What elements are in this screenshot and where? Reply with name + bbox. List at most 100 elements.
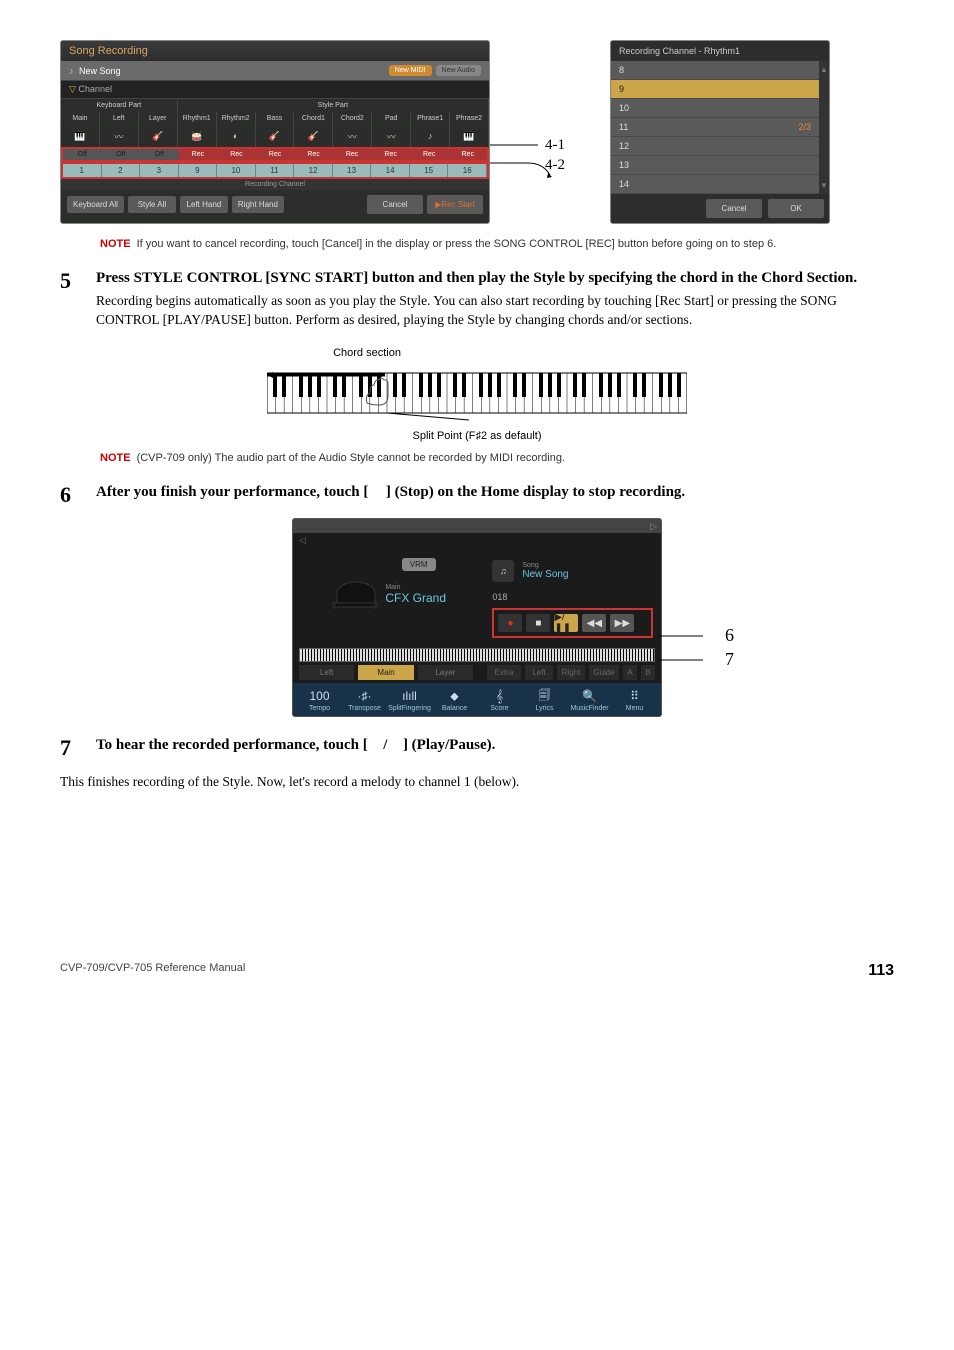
new-midi-pill[interactable]: New MIDI (389, 65, 432, 76)
rec-cell[interactable]: Off (63, 149, 102, 160)
tab-main[interactable]: Main (358, 665, 413, 680)
list-item[interactable]: 9 (611, 80, 819, 99)
channel-number-row[interactable]: 1 2 3 9 10 11 12 13 14 15 16 (61, 162, 489, 179)
part-col: Phrase2 (450, 112, 489, 125)
split-fingering-cell[interactable]: ılıllSplitFingering (387, 687, 432, 712)
instrument-icon-row: 🎹 〰 🎸 🥁 ◐ 🎸 🎸 〰 〰 ♪ 🎹 (61, 125, 489, 147)
tempo-cell[interactable]: 100Tempo (297, 687, 342, 712)
record-button[interactable]: ● (498, 614, 522, 632)
tab-layer[interactable]: Layer (418, 665, 473, 680)
style-all-button[interactable]: Style All (128, 196, 176, 213)
balance-cell[interactable]: ⬥Balance (432, 687, 477, 712)
rec-cell[interactable]: Rec (217, 149, 256, 160)
keyboard-all-button[interactable]: Keyboard All (67, 196, 124, 213)
transport-row: ● ■ ▶/❚❚ ◀◀ ▶▶ (492, 608, 653, 638)
split-point-label: Split Point (F♯2 as default) (60, 430, 894, 442)
cancel-button[interactable]: Cancel (367, 195, 423, 214)
scroll-up-icon[interactable]: ▲ (820, 65, 828, 74)
tab-left[interactable]: Left (299, 665, 354, 680)
score-cell[interactable]: 𝄞Score (477, 687, 522, 712)
step-title: Press STYLE CONTROL [SYNC START] button … (96, 268, 894, 288)
home-display-figure: ▷ ◁ VRM Main CFX Grand ♫ Song New (60, 518, 894, 717)
channel-num[interactable]: 16 (448, 164, 487, 177)
forward-icon[interactable]: ▷ (650, 521, 657, 532)
guitar-icon: 🎸 (294, 125, 333, 147)
menu-cell[interactable]: ⠿Menu (612, 687, 657, 712)
tab-a[interactable]: A (623, 665, 637, 680)
left-hand-button[interactable]: Left Hand (180, 196, 228, 213)
list-item[interactable]: 8 (611, 61, 819, 80)
song-label: Song (522, 562, 568, 569)
channel-num[interactable]: 11 (256, 164, 295, 177)
music-finder-cell[interactable]: 🔍MusicFinder (567, 687, 612, 712)
tab-extra[interactable]: Extra (487, 665, 521, 680)
lyrics-cell[interactable]: 🗐Lyrics (522, 687, 567, 712)
channel-num[interactable]: 2 (102, 164, 141, 177)
part-col: Pad (372, 112, 411, 125)
chevron-down-icon: ▽ (69, 84, 78, 94)
tab-right[interactable]: Right (557, 665, 585, 680)
rec-cell[interactable]: Rec (410, 149, 449, 160)
new-audio-pill[interactable]: New Audio (436, 65, 481, 76)
home-bottom-bar: 100Tempo ·♯·Transpose ılıllSplitFingerin… (293, 683, 661, 716)
ok-button[interactable]: OK (768, 199, 824, 218)
fast-forward-button[interactable]: ▶▶ (610, 614, 634, 632)
play-pause-button[interactable]: ▶/❚❚ (554, 614, 578, 632)
instrument-icon: ♪ (411, 125, 450, 147)
stop-button[interactable]: ■ (526, 614, 550, 632)
rec-cell[interactable]: Rec (333, 149, 372, 160)
counter-label: 018 (492, 592, 653, 602)
rec-cell[interactable]: Rec (371, 149, 410, 160)
rec-cell[interactable]: Off (102, 149, 141, 160)
song-recording-panel: Song Recording ♪ New Song New MIDI New A… (60, 40, 490, 224)
rewind-button[interactable]: ◀◀ (582, 614, 606, 632)
rec-start-button[interactable]: ▶Rec Start (427, 195, 483, 214)
instrument-icon: 〰 (333, 125, 372, 147)
bottom-button-row: Keyboard All Style All Left Hand Right H… (61, 190, 489, 219)
channel-num[interactable]: 10 (217, 164, 256, 177)
channel-num[interactable]: 9 (179, 164, 218, 177)
rec-cell[interactable]: Rec (256, 149, 295, 160)
rec-cell[interactable]: Rec (448, 149, 487, 160)
transpose-cell[interactable]: ·♯·Transpose (342, 687, 387, 712)
channel-num[interactable]: 3 (140, 164, 179, 177)
right-hand-button[interactable]: Right Hand (232, 196, 284, 213)
recording-channel-title: Recording Channel - Rhythm1 (611, 41, 829, 61)
keyboard-part-header: Keyboard Part (61, 99, 178, 112)
step-title: To hear the recorded performance, touch … (96, 735, 894, 755)
channel-num[interactable]: 1 (63, 164, 102, 177)
song-name[interactable]: New Song (522, 569, 568, 580)
step-text: Recording begins automatically as soon a… (96, 292, 894, 330)
list-item[interactable]: 13 (611, 156, 819, 175)
note-block: NOTEIf you want to cancel recording, tou… (100, 238, 894, 250)
rec-cell[interactable]: Rec (294, 149, 333, 160)
cancel-button[interactable]: Cancel (706, 199, 762, 218)
list-item[interactable]: 14 (611, 175, 819, 194)
list-item[interactable]: 112/3 (611, 118, 819, 137)
channel-num[interactable]: 13 (333, 164, 372, 177)
channel-num[interactable]: 14 (371, 164, 410, 177)
channel-num[interactable]: 15 (410, 164, 449, 177)
channel-header[interactable]: ▽ Channel (61, 80, 489, 99)
part-col: Bass (256, 112, 295, 125)
voice-name[interactable]: CFX Grand (385, 591, 446, 605)
callout-7: 7 (725, 649, 734, 670)
rec-cell[interactable]: Off (140, 149, 179, 160)
stop-icon (372, 486, 382, 496)
tab-left2[interactable]: Left (525, 665, 553, 680)
step-title-part: ] (Play/Pause). (403, 737, 495, 753)
scroll-down-icon[interactable]: ▼ (820, 181, 828, 190)
scroll-column[interactable]: ▲ ▼ (819, 61, 829, 194)
back-icon[interactable]: ◁ (293, 533, 661, 548)
tab-b[interactable]: B (641, 665, 655, 680)
song-note-icon: ♫ (492, 560, 514, 582)
list-item[interactable]: 12 (611, 137, 819, 156)
rec-state-row[interactable]: Off Off Off Rec Rec Rec Rec Rec Rec Rec … (61, 147, 489, 162)
instrument-icon: 〰 (100, 125, 139, 147)
style-part-header: Style Part (178, 99, 489, 112)
tab-guide[interactable]: Guide (589, 665, 619, 680)
rec-cell[interactable]: Rec (179, 149, 218, 160)
part-col: Chord2 (333, 112, 372, 125)
channel-num[interactable]: 12 (294, 164, 333, 177)
list-item[interactable]: 10 (611, 99, 819, 118)
